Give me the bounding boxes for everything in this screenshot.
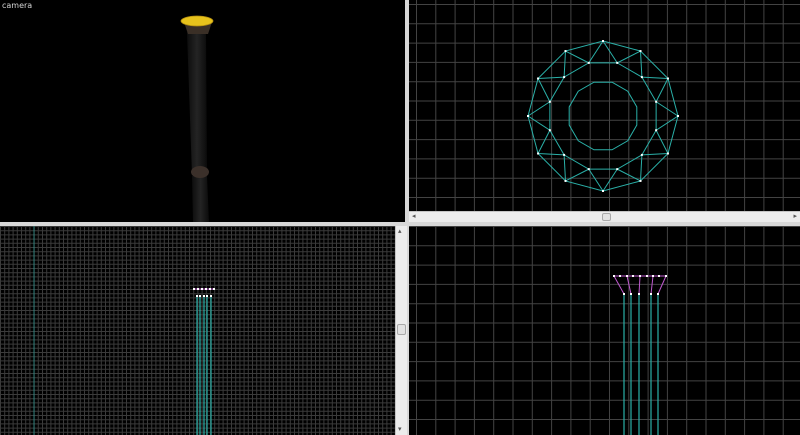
vertex bbox=[639, 179, 642, 182]
vertex bbox=[199, 295, 201, 297]
mesh-edge bbox=[641, 153, 668, 156]
vertex bbox=[655, 129, 658, 132]
column-shaft-lower bbox=[192, 176, 209, 222]
front-viewport[interactable] bbox=[0, 226, 395, 435]
vertex bbox=[666, 152, 669, 155]
inner-ring bbox=[549, 62, 657, 170]
selected-edge bbox=[657, 275, 667, 295]
vertex bbox=[677, 115, 679, 117]
side-view-canvas bbox=[409, 226, 800, 435]
vertex bbox=[537, 152, 540, 155]
vertex bbox=[196, 295, 198, 297]
mesh-edge bbox=[563, 51, 566, 78]
vertex bbox=[201, 288, 203, 290]
mesh-edge bbox=[538, 153, 565, 156]
vertex bbox=[602, 190, 604, 192]
mesh-edge bbox=[640, 51, 643, 78]
mesh-edge bbox=[565, 50, 589, 64]
vertex bbox=[563, 153, 566, 156]
vertex bbox=[639, 275, 641, 277]
vertex bbox=[213, 288, 215, 290]
vertex bbox=[640, 76, 643, 79]
camera-scene bbox=[180, 15, 214, 222]
vertex bbox=[632, 275, 634, 277]
vertex bbox=[666, 77, 669, 80]
front-view-canvas bbox=[0, 226, 395, 435]
vertical-scrollbar[interactable]: ▴ ▾ bbox=[395, 226, 407, 435]
column-ring bbox=[191, 166, 209, 178]
side-viewport[interactable] bbox=[409, 226, 800, 435]
scroll-thumb[interactable] bbox=[397, 324, 406, 335]
arrow-up-icon[interactable]: ▴ bbox=[398, 228, 402, 235]
vertex bbox=[193, 288, 195, 290]
vertex bbox=[206, 295, 208, 297]
vertex bbox=[650, 293, 652, 295]
vertex bbox=[548, 100, 551, 103]
selected-edge bbox=[638, 275, 641, 295]
vertex bbox=[203, 295, 205, 297]
vertex bbox=[658, 275, 660, 277]
horizontal-scrollbar[interactable]: ◂ ▸ bbox=[409, 211, 800, 222]
vertex bbox=[537, 77, 540, 80]
vertex bbox=[665, 275, 667, 277]
arrow-right-icon[interactable]: ▸ bbox=[793, 213, 797, 220]
mesh-edge bbox=[641, 76, 668, 79]
vertex bbox=[210, 295, 212, 297]
vertex bbox=[197, 288, 199, 290]
vertex bbox=[587, 61, 590, 64]
mesh-edge bbox=[537, 130, 551, 154]
vertex bbox=[657, 293, 659, 295]
vertex bbox=[616, 61, 619, 64]
mesh-edge bbox=[538, 76, 565, 79]
selected-top-face bbox=[180, 15, 214, 27]
vertex bbox=[652, 275, 654, 277]
vertex bbox=[563, 76, 566, 79]
camera-viewport[interactable]: camera bbox=[0, 0, 405, 222]
mesh-edge bbox=[565, 168, 589, 182]
vertex bbox=[619, 275, 621, 277]
selected-edge bbox=[613, 275, 625, 295]
vertex bbox=[602, 40, 604, 42]
vertex bbox=[626, 275, 628, 277]
arrow-down-icon[interactable]: ▾ bbox=[398, 426, 402, 433]
vertex bbox=[564, 50, 567, 53]
column-shaft-upper bbox=[187, 32, 207, 175]
vertex bbox=[655, 100, 658, 103]
vertex bbox=[623, 293, 625, 295]
mesh-edge bbox=[655, 130, 669, 154]
top-mesh bbox=[527, 40, 679, 192]
vertex bbox=[639, 50, 642, 53]
vertex bbox=[209, 288, 211, 290]
scroll-thumb[interactable] bbox=[602, 213, 611, 221]
vertex bbox=[205, 288, 207, 290]
vertex bbox=[616, 168, 619, 171]
selected-edges bbox=[613, 275, 667, 295]
vertex bbox=[564, 179, 567, 182]
top-grid bbox=[409, 0, 800, 211]
vertex bbox=[613, 275, 615, 277]
top-viewport[interactable] bbox=[409, 0, 800, 211]
vertex bbox=[638, 293, 640, 295]
side-grid bbox=[409, 226, 800, 435]
vertex bbox=[630, 293, 632, 295]
selected-edge bbox=[650, 275, 654, 295]
top-view-canvas bbox=[409, 0, 800, 211]
vertex bbox=[527, 115, 529, 117]
outer-ring bbox=[527, 40, 679, 192]
vertex bbox=[640, 153, 643, 156]
vertex bbox=[587, 168, 590, 171]
vertex bbox=[548, 129, 551, 132]
vertex bbox=[646, 275, 648, 277]
arrow-left-icon[interactable]: ◂ bbox=[412, 213, 416, 220]
